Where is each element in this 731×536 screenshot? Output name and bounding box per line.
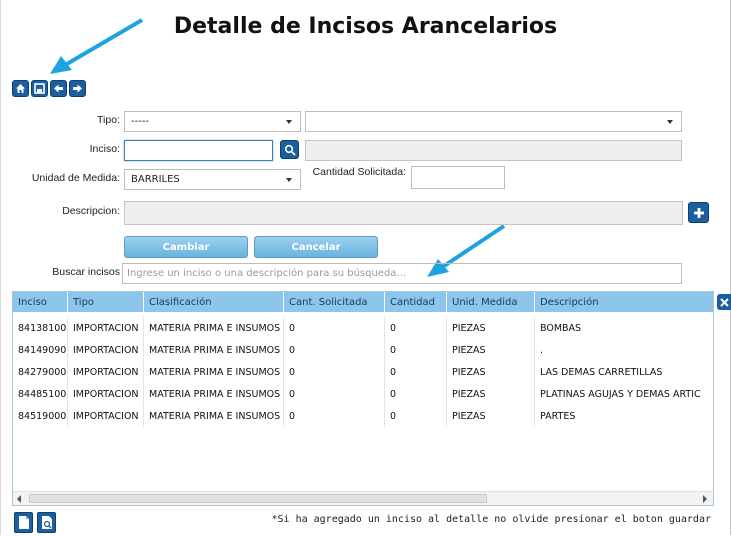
cell-cant-solicitada: 0 bbox=[284, 383, 385, 405]
plus-icon bbox=[693, 207, 704, 218]
table-row[interactable]: 84519000 IMPORTACION MATERIA PRIMA E INS… bbox=[13, 405, 713, 427]
document-icon bbox=[19, 516, 29, 529]
column-header-cant-solicitada[interactable]: Cant. Solicitada bbox=[284, 292, 385, 312]
cell-clasificacion: MATERIA PRIMA E INSUMOS bbox=[144, 317, 284, 339]
cell-clasificacion: MATERIA PRIMA E INSUMOS bbox=[144, 383, 284, 405]
cell-unid-medida: PIEZAS bbox=[447, 405, 535, 427]
column-header-tipo[interactable]: Tipo bbox=[68, 292, 144, 312]
cantidad-input[interactable] bbox=[411, 166, 505, 189]
incisos-table: Inciso Tipo Clasificación Cant. Solicita… bbox=[12, 291, 714, 506]
unidad-select[interactable]: BARRILES bbox=[124, 169, 301, 190]
document-button[interactable] bbox=[14, 512, 33, 533]
descripcion-label: Descripcion: bbox=[62, 205, 120, 217]
column-header-clasificacion[interactable]: Clasificación bbox=[144, 292, 284, 312]
close-table-button[interactable] bbox=[717, 294, 731, 310]
cell-unid-medida: PIEZAS bbox=[447, 317, 535, 339]
inciso-description-field bbox=[305, 140, 682, 161]
cell-tipo: IMPORTACION bbox=[68, 317, 144, 339]
cell-unid-medida: PIEZAS bbox=[447, 361, 535, 383]
cambiar-button[interactable]: Cambiar bbox=[124, 236, 248, 258]
cell-descripcion: . bbox=[540, 344, 544, 356]
scroll-right-icon[interactable] bbox=[703, 495, 707, 503]
cell-inciso: 84279000 bbox=[13, 361, 68, 383]
column-header-cantidad[interactable]: Cantidad bbox=[385, 292, 447, 312]
column-header-inciso[interactable]: Inciso bbox=[13, 292, 68, 312]
close-icon bbox=[719, 297, 729, 307]
forward-arrow-icon bbox=[73, 84, 82, 93]
cell-cantidad: 0 bbox=[385, 339, 447, 361]
cell-cant-solicitada: 0 bbox=[284, 361, 385, 383]
document-search-icon bbox=[42, 516, 52, 529]
forward-button[interactable] bbox=[69, 80, 86, 97]
add-button[interactable] bbox=[688, 202, 709, 223]
back-arrow-icon bbox=[54, 84, 63, 93]
descripcion-field[interactable] bbox=[124, 201, 683, 225]
cell-cant-solicitada: 0 bbox=[284, 339, 385, 361]
save-icon bbox=[34, 83, 45, 94]
tipo-label: Tipo: bbox=[97, 114, 120, 126]
unidad-select-value: BARRILES bbox=[131, 174, 180, 185]
footer-note: *Si ha agregado un inciso al detalle no … bbox=[271, 514, 712, 525]
cell-cant-solicitada: 0 bbox=[284, 317, 385, 339]
cell-tipo: IMPORTACION bbox=[68, 339, 144, 361]
table-row[interactable]: 84279000 IMPORTACION MATERIA PRIMA E INS… bbox=[13, 361, 713, 383]
inciso-input[interactable] bbox=[124, 140, 273, 161]
annotation-arrow-icon bbox=[50, 18, 144, 74]
chevron-down-icon bbox=[286, 120, 292, 124]
document-search-button[interactable] bbox=[37, 512, 56, 533]
chevron-down-icon bbox=[667, 120, 673, 124]
search-inciso-button[interactable] bbox=[280, 140, 299, 159]
cell-clasificacion: MATERIA PRIMA E INSUMOS bbox=[144, 405, 284, 427]
chevron-down-icon bbox=[286, 178, 292, 182]
cell-descripcion: PLATINAS AGUJAS Y DEMAS ARTIC bbox=[540, 388, 701, 400]
cell-tipo: IMPORTACION bbox=[68, 383, 144, 405]
cell-inciso: 84485100 bbox=[13, 383, 68, 405]
home-icon bbox=[16, 84, 25, 93]
cell-cantidad: 0 bbox=[385, 317, 447, 339]
tipo-select[interactable]: ----- bbox=[124, 111, 301, 132]
horizontal-scrollbar[interactable] bbox=[13, 491, 713, 505]
cell-tipo: IMPORTACION bbox=[68, 405, 144, 427]
scrollbar-thumb[interactable] bbox=[29, 494, 487, 503]
home-button[interactable] bbox=[12, 80, 29, 97]
cantidad-label: Cantidad Solicitada: bbox=[312, 166, 406, 178]
cell-clasificacion: MATERIA PRIMA E INSUMOS bbox=[144, 361, 284, 383]
cell-inciso: 84519000 bbox=[13, 405, 68, 427]
save-button[interactable] bbox=[31, 80, 48, 97]
cell-cant-solicitada: 0 bbox=[284, 405, 385, 427]
cell-cantidad: 0 bbox=[385, 361, 447, 383]
cell-descripcion: PARTES bbox=[540, 410, 576, 422]
cell-unid-medida: PIEZAS bbox=[447, 383, 535, 405]
column-header-descripcion[interactable]: Descripción bbox=[535, 292, 713, 312]
cell-inciso: 84138100 bbox=[13, 317, 68, 339]
cell-cantidad: 0 bbox=[385, 405, 447, 427]
cell-clasificacion: MATERIA PRIMA E INSUMOS bbox=[144, 339, 284, 361]
table-row[interactable]: 84149090 IMPORTACION MATERIA PRIMA E INS… bbox=[13, 339, 713, 361]
search-icon bbox=[284, 144, 296, 156]
cell-descripcion: LAS DEMAS CARRETILLAS bbox=[540, 366, 663, 378]
cell-cantidad: 0 bbox=[385, 383, 447, 405]
cell-descripcion: BOMBAS bbox=[540, 322, 582, 334]
tipo-select-value: ----- bbox=[131, 116, 150, 127]
cell-unid-medida: PIEZAS bbox=[447, 339, 535, 361]
inciso-label: Inciso: bbox=[89, 143, 120, 155]
search-input[interactable]: Ingrese un inciso o una descripción para… bbox=[122, 263, 682, 284]
search-label: Buscar incisos bbox=[52, 266, 120, 278]
cell-inciso: 84149090 bbox=[13, 339, 68, 361]
scroll-left-icon[interactable] bbox=[17, 495, 21, 503]
table-header: Inciso Tipo Clasificación Cant. Solicita… bbox=[13, 292, 713, 312]
column-header-unid-medida[interactable]: Unid. Medida bbox=[447, 292, 535, 312]
unidad-label: Unidad de Medida: bbox=[31, 172, 120, 184]
table-row[interactable]: 84138100 IMPORTACION MATERIA PRIMA E INS… bbox=[13, 317, 713, 339]
table-row[interactable]: 84485100 IMPORTACION MATERIA PRIMA E INS… bbox=[13, 383, 713, 405]
tipo-detail-select[interactable] bbox=[305, 111, 682, 132]
cancelar-button[interactable]: Cancelar bbox=[254, 236, 378, 258]
cell-tipo: IMPORTACION bbox=[68, 361, 144, 383]
back-button[interactable] bbox=[50, 80, 67, 97]
